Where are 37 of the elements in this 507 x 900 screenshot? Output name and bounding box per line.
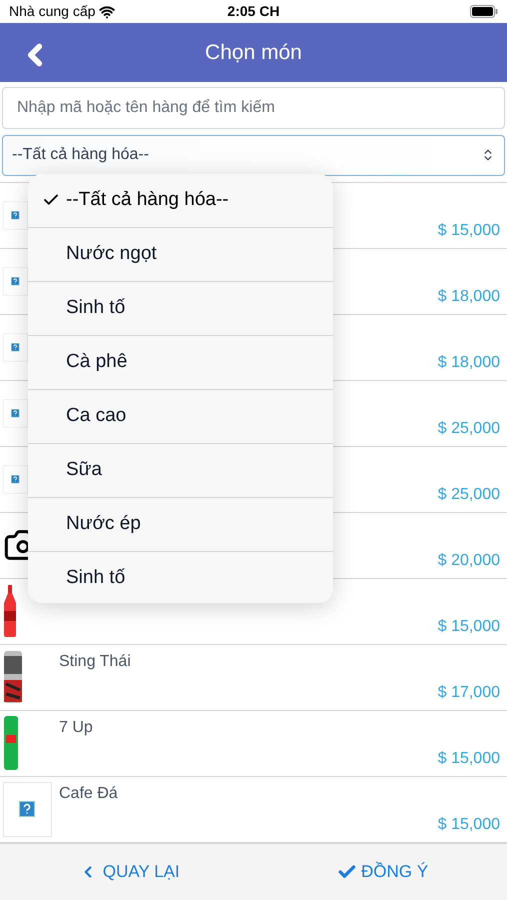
product-price: $ 17,000: [438, 682, 500, 702]
product-row[interactable]: Cafe Đá $ 15,000: [0, 776, 507, 842]
image-placeholder: [3, 782, 52, 836]
dropdown-option[interactable]: Sinh tố: [28, 552, 333, 602]
search-field[interactable]: Nhập mã hoặc tên hàng để tìm kiếm: [2, 86, 505, 128]
product-name: Cafe Đá: [59, 784, 119, 804]
product-price: $ 15,000: [438, 814, 500, 834]
dropdown-option[interactable]: Sữa: [28, 444, 333, 498]
product-row[interactable]: Sting Thái $ 17,000: [0, 644, 507, 710]
product-price: $ 20,000: [438, 550, 500, 570]
product-price: $ 25,000: [438, 418, 500, 438]
product-row[interactable]: 7 Up $ 15,000: [0, 710, 507, 776]
product-price: $ 18,000: [438, 352, 500, 372]
back-button[interactable]: QUAY LẠI: [78, 859, 180, 884]
battery-icon: [470, 5, 498, 18]
dropdown-option[interactable]: Nước ép: [28, 498, 333, 552]
product-price: $ 18,000: [438, 286, 500, 306]
dropdown-option[interactable]: Ca cao: [28, 390, 333, 444]
dropdown-option[interactable]: --Tất cả hàng hóa--: [28, 174, 333, 228]
status-time: 2:05 CH: [227, 2, 280, 22]
product-name: 7 Up: [59, 718, 94, 738]
product-price: $ 15,000: [438, 220, 500, 240]
product-price: $ 15,000: [438, 748, 500, 768]
carrier-name: Nhà cung cấp: [9, 2, 96, 22]
dropdown-option[interactable]: Nước ngọt: [28, 228, 333, 282]
dropdown-option[interactable]: Sinh tố: [28, 282, 333, 336]
can-icon: [3, 650, 23, 704]
dropdown-option[interactable]: Cà phê: [28, 336, 333, 390]
category-select[interactable]: --Tất cả hàng hóa--: [2, 134, 505, 176]
confirm-button[interactable]: ĐỒNG Ý: [337, 859, 428, 884]
can-icon: [3, 715, 19, 771]
product-price: $ 25,000: [438, 484, 500, 504]
product-name: Sting Thái: [59, 652, 132, 672]
product-price: $ 15,000: [438, 616, 500, 636]
wifi-icon: [99, 4, 116, 20]
bottle-icon: [3, 585, 17, 637]
page-title: Chọn món: [205, 40, 302, 66]
